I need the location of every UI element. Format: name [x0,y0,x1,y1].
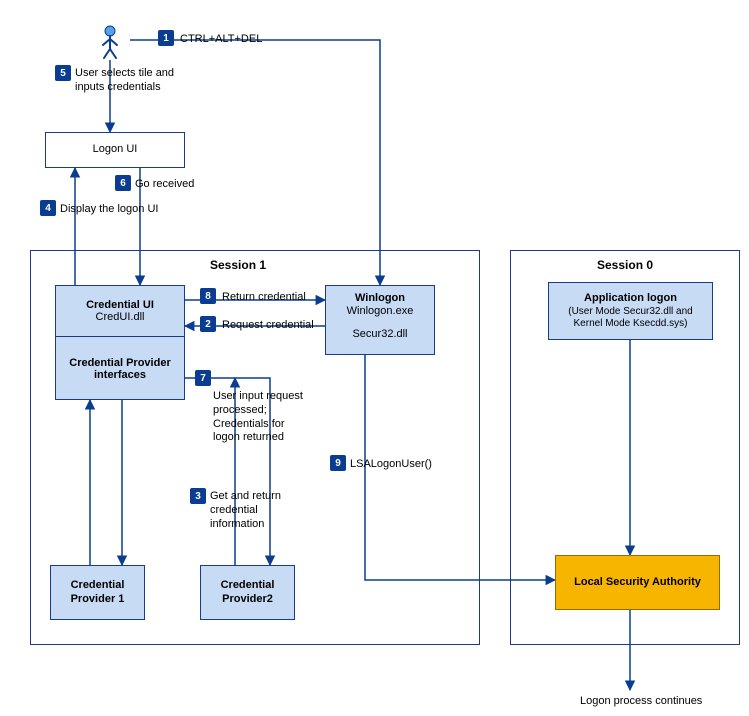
cred-if-title: Credential Provider interfaces [60,357,180,381]
lsa-title: Local Security Authority [574,576,701,589]
cp2-title: Credential Provider2 [205,579,290,605]
box-lsa: Local Security Authority [555,555,720,610]
logon-ui-label: Logon UI [93,143,138,156]
winlogon-sub2: Secur32.dll [352,328,407,341]
label-go-received: Go received [135,178,194,192]
label-get-return-cred: Get and return credential information [210,490,290,531]
badge-9: 9 [330,455,346,471]
badge-7: 7 [195,370,211,386]
label-user-selects: User selects tile and inputs credentials [75,67,195,95]
badge-8: 8 [200,288,216,304]
badge-5: 5 [55,65,71,81]
box-credential-stack: Credential UI CredUI.dll Credential Prov… [55,285,185,400]
cp1-title: Credential Provider 1 [55,579,140,605]
box-cp2: Credential Provider2 [200,565,295,620]
session-1-label: Session 1 [210,258,266,272]
label-ctrl-alt-del: CTRL+ALT+DEL [180,33,262,47]
cred-ui-sub: CredUI.dll [96,311,145,323]
box-app-logon: Application logon (User Mode Secur32.dll… [548,282,713,340]
app-logon-title: Application logon [584,292,677,305]
label-logon-continues: Logon process continues [580,695,702,709]
box-cp1: Credential Provider 1 [50,565,145,620]
box-winlogon: Winlogon Winlogon.exe Secur32.dll [325,285,435,355]
label-user-input-processed: User input request processed; Credential… [213,390,313,445]
label-lsalogonuser: LSALogonUser() [350,458,432,472]
cred-ui-title: Credential UI [86,299,154,311]
badge-3: 3 [190,488,206,504]
badge-1: 1 [158,30,174,46]
session-0-label: Session 0 [597,258,653,272]
badge-2: 2 [200,316,216,332]
label-request-credential: Request credential [222,319,314,333]
winlogon-sub1: Winlogon.exe [347,305,414,318]
winlogon-title: Winlogon [355,292,405,305]
box-logon-ui: Logon UI [45,132,185,168]
badge-4: 4 [40,200,56,216]
label-return-credential: Return credential [222,291,306,305]
app-logon-sub: (User Mode Secur32.dll and Kernel Mode K… [553,306,708,330]
badge-6: 6 [115,175,131,191]
user-icon [100,25,120,59]
label-display-logon-ui: Display the logon UI [60,203,158,217]
